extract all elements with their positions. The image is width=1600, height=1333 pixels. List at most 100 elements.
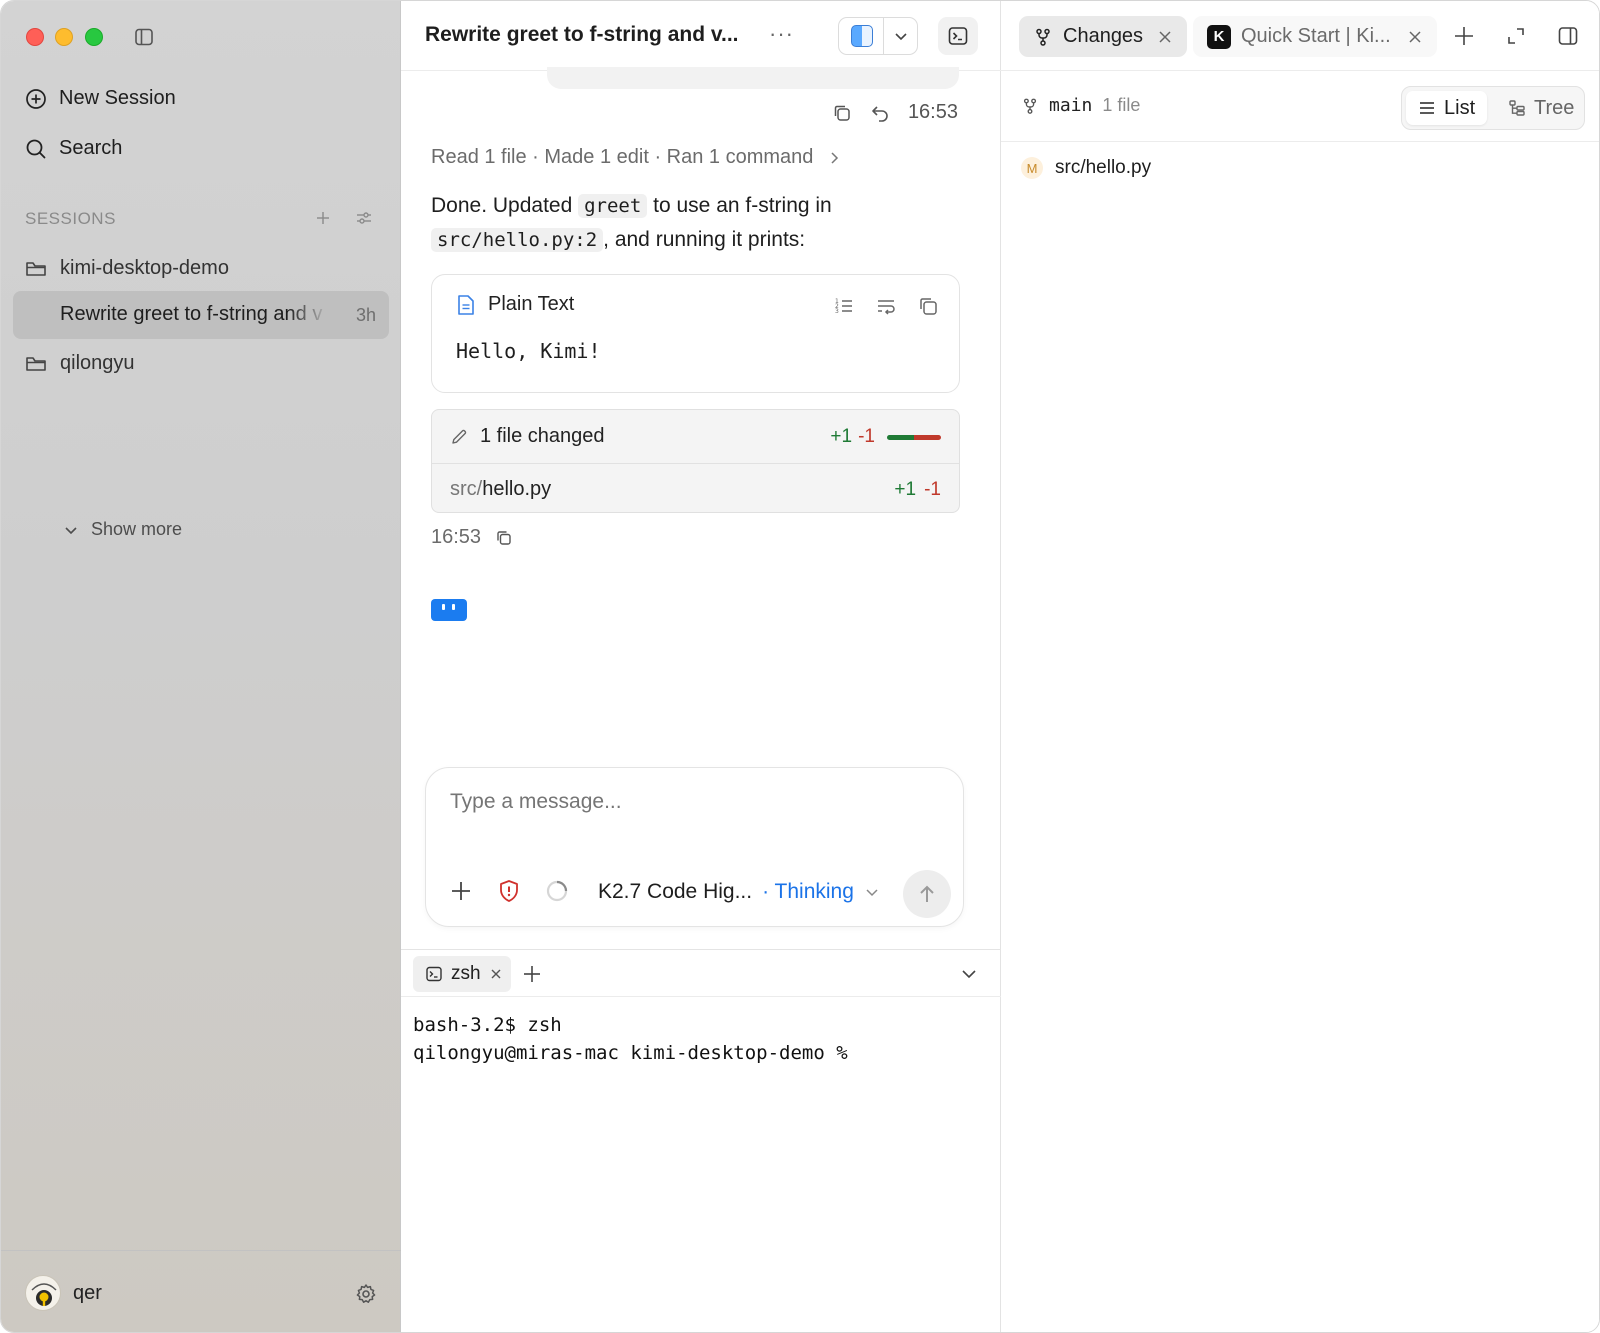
sidebar: New Session Search SESSIONS kimi-desktop… — [1, 1, 401, 1332]
svg-text:3: 3 — [835, 308, 839, 315]
expand-icon[interactable] — [1505, 25, 1527, 47]
sidebar-toggle-icon[interactable] — [134, 27, 154, 47]
plus-icon[interactable] — [1453, 25, 1475, 47]
sidebar-footer: qer — [1, 1250, 401, 1332]
copy-icon[interactable] — [832, 103, 852, 123]
shield-alert-icon[interactable] — [496, 878, 522, 904]
git-branch-icon — [1033, 27, 1053, 47]
search-label: Search — [59, 137, 123, 159]
model-name: K2.7 Code Hig... — [598, 880, 753, 903]
code-language: Plain Text — [488, 293, 575, 315]
zoom-window-button[interactable] — [85, 28, 103, 46]
close-icon[interactable] — [1157, 29, 1173, 45]
answer-text: to use an f-string in — [647, 194, 832, 217]
lines-added: +1 — [894, 479, 917, 500]
tab-quick-start[interactable]: K Quick Start | Ki... — [1193, 16, 1437, 57]
new-session-button[interactable]: New Session — [25, 87, 176, 110]
project-name: qilongyu — [60, 352, 135, 374]
terminal-output[interactable]: bash-3.2$ zsh qilongyu@miras-mac kimi-de… — [413, 1011, 848, 1067]
tree-view-label: Tree — [1534, 96, 1575, 119]
files-changed: 1 file changed — [480, 425, 605, 447]
copy-icon[interactable] — [495, 529, 513, 547]
new-session-icon[interactable] — [313, 208, 333, 228]
show-more-button[interactable]: Show more — [63, 519, 182, 540]
changed-file-path: src/hello.py — [1055, 157, 1152, 178]
open-in-finder-button[interactable] — [838, 17, 918, 55]
diff-file-stats: +1 -1 — [894, 479, 941, 501]
file-name: hello.py — [482, 478, 552, 500]
project-qilongyu[interactable]: qilongyu — [25, 352, 135, 375]
project-kimi-desktop-demo[interactable]: kimi-desktop-demo — [25, 257, 229, 280]
diff-header: 1 file changed +1 -1 — [432, 410, 959, 464]
avatar[interactable] — [25, 1275, 61, 1311]
terminal-icon — [425, 965, 443, 983]
tab-changes[interactable]: Changes — [1019, 16, 1187, 57]
undo-icon[interactable] — [870, 103, 890, 123]
branch-info: main 1 file — [1021, 95, 1140, 116]
filter-icon[interactable] — [354, 208, 374, 228]
close-window-button[interactable] — [26, 28, 44, 46]
thinking-mode: · Thinking — [762, 880, 854, 903]
terminal-tab-zsh[interactable]: zsh — [413, 956, 511, 992]
diff-file-row[interactable]: src/hello.py — [450, 478, 551, 501]
tab-label: Changes — [1063, 25, 1144, 47]
sessions-header: SESSIONS — [25, 209, 116, 228]
right-panel-actions — [1453, 25, 1579, 47]
answer-text: Done. Updated — [431, 194, 579, 217]
list-view-label: List — [1444, 96, 1476, 119]
close-icon[interactable] — [1407, 29, 1423, 45]
list-icon — [1418, 99, 1436, 117]
model-selector[interactable]: K2.7 Code Hig... · Thinking — [598, 880, 880, 904]
answer-text: , and running it prints: — [603, 228, 806, 251]
activity-summary[interactable]: Read 1 file · Made 1 edit · Ran 1 comman… — [431, 146, 841, 169]
kimi-logo-icon: K — [1207, 24, 1231, 49]
changed-file-row[interactable]: M src/hello.py — [1021, 157, 1151, 179]
code-content: Hello, Kimi! — [456, 339, 601, 363]
tree-view-button[interactable]: Tree — [1496, 91, 1586, 125]
chat-header: Rewrite greet to f-string and v... ··· — [401, 1, 1001, 71]
file-text-icon — [456, 294, 476, 316]
chevron-down-icon[interactable] — [959, 964, 979, 984]
chevron-right-icon — [827, 151, 841, 165]
wrap-icon[interactable] — [875, 295, 897, 317]
file-dir: src/ — [450, 478, 483, 500]
new-session-label: New Session — [59, 87, 176, 109]
search-icon — [25, 138, 47, 160]
changes-panel: Changes K Quick Start | Ki... main 1 fil… — [1001, 1, 1599, 1332]
reply-meta: 16:53 — [431, 526, 513, 549]
send-button[interactable] — [903, 870, 951, 918]
new-terminal-button[interactable] — [521, 963, 543, 985]
copy-icon[interactable] — [917, 295, 939, 317]
reply-time: 16:53 — [431, 526, 482, 548]
message-input[interactable] — [450, 790, 930, 814]
more-options-button[interactable]: ··· — [769, 21, 794, 47]
terminal-toggle-button[interactable] — [938, 17, 978, 55]
chat-title: Rewrite greet to f-string and v... — [425, 23, 739, 46]
chevron-down-icon[interactable] — [892, 27, 910, 45]
file-count: 1 file — [1102, 95, 1141, 115]
line-numbers-icon[interactable]: 123 — [833, 295, 855, 317]
modified-badge: M — [1021, 157, 1043, 179]
composer-tools — [448, 878, 570, 904]
gear-icon[interactable] — [355, 1283, 377, 1305]
minimize-window-button[interactable] — [55, 28, 73, 46]
previous-message-bubble — [547, 67, 959, 89]
search-button[interactable]: Search — [25, 137, 122, 160]
pencil-icon — [450, 428, 468, 446]
close-icon[interactable] — [489, 967, 503, 981]
tree-icon — [1508, 99, 1526, 117]
plus-icon[interactable] — [448, 878, 474, 904]
terminal-tab-label: zsh — [451, 963, 481, 984]
diff-ratio-bar — [887, 434, 941, 440]
code-block-tools: 123 — [833, 295, 939, 317]
app-window: New Session Search SESSIONS kimi-desktop… — [0, 0, 1600, 1333]
diff-summary[interactable]: 1 file changed +1 -1 src/hello.py +1 -1 — [431, 409, 960, 513]
show-more-label: Show more — [91, 519, 183, 539]
right-panel-tabbar: Changes K Quick Start | Ki... — [1001, 1, 1599, 71]
branch-name: main — [1049, 95, 1093, 116]
diff-header-label: 1 file changed — [450, 425, 605, 448]
list-view-button[interactable]: List — [1406, 91, 1488, 125]
diff-stats: +1 -1 — [830, 426, 941, 448]
folder-icon — [25, 354, 47, 374]
panel-icon[interactable] — [1557, 25, 1579, 47]
